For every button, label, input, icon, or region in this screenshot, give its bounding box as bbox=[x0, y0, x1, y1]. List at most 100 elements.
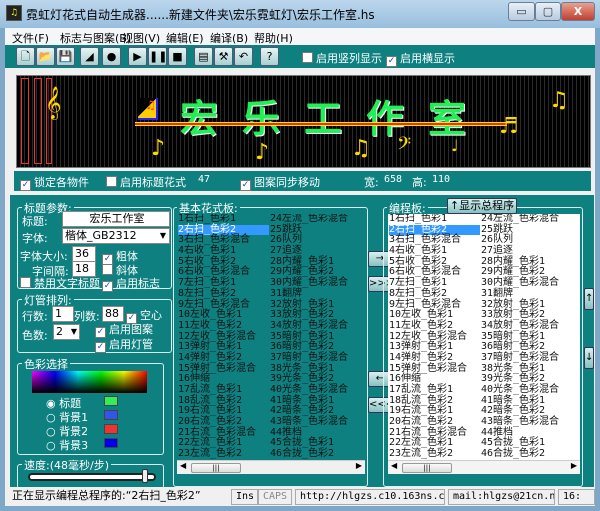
chart-icon[interactable]: ◢ bbox=[80, 47, 99, 66]
enable-logo-label: 启用标志 bbox=[116, 277, 160, 290]
move-down-button[interactable]: ↓ bbox=[584, 347, 594, 369]
color-swatch[interactable] bbox=[104, 438, 118, 448]
led-display[interactable]: 𝄞 ♫ 宏乐工作室 ♪ ♪ ♫ 𝄢 ♩ ♬ ♫ bbox=[16, 75, 591, 168]
program-list-scrollbar[interactable]: ◀ ||| ▶ bbox=[388, 460, 580, 474]
beamed-notes-icon: ♫ bbox=[549, 88, 569, 113]
enable-tube-label: 启用灯管 bbox=[109, 338, 153, 351]
scroll-right-icon[interactable]: ▶ bbox=[356, 461, 362, 470]
scroll-left-icon[interactable]: ◀ bbox=[180, 461, 186, 470]
list-item[interactable]: 34放射_色彩混合 bbox=[270, 320, 365, 332]
title-input[interactable]: 宏乐工作室 bbox=[62, 211, 170, 227]
color-radio-3[interactable]: ○ 背景3 bbox=[46, 437, 88, 453]
font-size-label: 字体大小: bbox=[20, 250, 68, 263]
height-value: 110 bbox=[432, 174, 451, 185]
menu-item[interactable]: 编辑(E) bbox=[166, 30, 204, 46]
height-label: 高: bbox=[412, 176, 427, 189]
color-count-select[interactable]: 2 ▼ bbox=[53, 324, 80, 340]
width-value: 658 bbox=[384, 174, 403, 185]
sync-label: 图案同步移动 bbox=[254, 176, 320, 189]
list-item[interactable]: 46合拢_色彩2 bbox=[481, 448, 577, 460]
stop-icon[interactable]: ■ bbox=[168, 47, 187, 66]
menu-item[interactable]: 文件(F) bbox=[12, 30, 49, 46]
program-list[interactable]: 1右扫_色彩1 2右扫_色彩2 3右扫_色彩混合 4右收_色彩1 5右收_色彩2 6右收_… bbox=[388, 214, 580, 460]
vertical-display-checkbox[interactable]: 启用竖列显示 bbox=[302, 50, 382, 66]
ins-indicator: Ins bbox=[231, 489, 258, 505]
speed-slider-thumb[interactable] bbox=[142, 469, 149, 483]
scroll-thumb[interactable]: ||| bbox=[191, 463, 241, 473]
record-icon[interactable]: ● bbox=[102, 47, 121, 66]
color-radio-label: 背景3 bbox=[59, 439, 89, 452]
list-item[interactable]: 11左收_色彩2 bbox=[178, 320, 269, 332]
new-file-icon[interactable]: 🗋 bbox=[16, 47, 35, 66]
caps-indicator: CAPS bbox=[258, 489, 292, 505]
pattern-count: 47 bbox=[198, 174, 211, 185]
window-title: 霓虹灯花式自动生成器......新建文件夹\宏乐霓虹灯\宏乐工作室.hs bbox=[26, 8, 375, 22]
speed-slider[interactable] bbox=[28, 469, 156, 483]
scroll-left-icon[interactable]: ◀ bbox=[391, 461, 397, 470]
cursor-position: 16: bbox=[558, 489, 595, 505]
title-pattern-checkbox[interactable]: 启用标题花式 bbox=[106, 174, 186, 190]
sync-move-checkbox[interactable]: ✓ 图案同步移动 bbox=[240, 174, 320, 191]
color-count-label: 色数: bbox=[22, 329, 48, 342]
basic-pattern-list[interactable]: 1右扫_色彩1 2右扫_色彩2 3右扫_色彩混合 4右收_色彩1 5右收_色彩2 6右收_… bbox=[177, 214, 365, 460]
open-folder-icon[interactable]: 📂 bbox=[36, 47, 55, 66]
rows-input[interactable]: 1 bbox=[52, 306, 74, 322]
list-column: 24左流_色彩混合 25跳跃 26队列 27追逐 28内耀_色彩1 29内耀_色彩2 30内… bbox=[481, 214, 577, 460]
menu-item[interactable]: 编译(B) bbox=[210, 30, 248, 46]
main-panel: 标题参数: 标题: 宏乐工作室 字体: 楷体_GB2312 ▼ 字体大小: 36 … bbox=[10, 195, 594, 489]
list-item[interactable]: 23左流_色彩2 bbox=[178, 448, 269, 460]
status-bar: 正在显示编程总程序的:“2右扫_色彩2” Ins CAPS http://hlg… bbox=[5, 488, 595, 506]
color-legend: 色彩选择 bbox=[22, 356, 70, 372]
undo-icon[interactable]: ↶ bbox=[234, 47, 253, 66]
list-item[interactable]: 8左扫_色彩2 bbox=[389, 288, 480, 300]
list-item[interactable]: 31翻牌 bbox=[270, 288, 365, 300]
color-swatch[interactable] bbox=[104, 410, 118, 420]
font-size-input[interactable]: 36 bbox=[72, 246, 96, 262]
font-value: 楷体_GB2312 bbox=[65, 229, 137, 242]
disable-text-checkbox[interactable]: 禁用文字标题 bbox=[20, 275, 100, 291]
cols-input[interactable]: 88 bbox=[102, 306, 124, 322]
basic-list-scrollbar[interactable]: ◀ ||| ▶ bbox=[177, 460, 365, 474]
speed-legend: 速度:(48毫秒/步) bbox=[22, 457, 111, 473]
enable-logo-checkbox[interactable]: ✓ 启用标志 bbox=[102, 275, 160, 292]
enable-tube-checkbox[interactable]: ✓ 启用灯管 bbox=[95, 336, 153, 353]
menu-item[interactable]: 帮助(H) bbox=[254, 30, 293, 46]
color-spectrum-picker[interactable] bbox=[32, 371, 147, 393]
color-swatch[interactable] bbox=[104, 396, 118, 406]
show-total-program-button[interactable]: ↑显示总程序 bbox=[447, 198, 517, 214]
list-item[interactable]: 46合拢_色彩2 bbox=[270, 448, 365, 460]
menu-item[interactable]: 标志与图案(B) bbox=[60, 30, 131, 46]
title-pattern-label: 启用标题花式 bbox=[120, 176, 186, 189]
title-label: 标题: bbox=[22, 215, 48, 228]
play-icon[interactable]: ▶ bbox=[128, 47, 147, 66]
email-address: mail:hlgzs@21cn.net bbox=[448, 489, 555, 505]
rows-label: 行数: bbox=[22, 310, 48, 323]
list-item[interactable]: 31翻牌 bbox=[481, 288, 577, 300]
save-icon[interactable]: 💾 bbox=[56, 47, 75, 66]
beamed-notes-icon: ♬ bbox=[499, 114, 519, 139]
properties-icon[interactable]: ▤ bbox=[194, 47, 213, 66]
move-up-button[interactable]: ↑ bbox=[584, 288, 594, 310]
list-item[interactable]: 34放射_色彩混合 bbox=[481, 320, 577, 332]
list-item[interactable]: 11左收_色彩2 bbox=[389, 320, 480, 332]
help-icon[interactable]: ? bbox=[260, 47, 279, 66]
maximize-button[interactable]: ▢ bbox=[535, 2, 561, 21]
tools-icon[interactable]: ⚒ bbox=[214, 47, 233, 66]
scroll-thumb[interactable]: ||| bbox=[402, 463, 452, 473]
horizontal-display-checkbox[interactable]: ✓ 启用横显示 bbox=[386, 50, 455, 67]
pause-icon[interactable]: ❚❚ bbox=[148, 47, 167, 66]
disable-text-label: 禁用文字标题 bbox=[34, 277, 100, 290]
list-column: 1右扫_色彩1 2右扫_色彩2 3右扫_色彩混合 4右收_色彩1 5右收_色彩2 6右收_… bbox=[178, 214, 269, 460]
minimize-button[interactable]: ▭ bbox=[508, 2, 535, 21]
close-button[interactable]: X bbox=[561, 2, 595, 21]
lock-objects-checkbox[interactable]: ✓ 锁定各物件 bbox=[20, 174, 89, 191]
list-item[interactable]: 23左流_色彩2 bbox=[389, 448, 480, 460]
scroll-right-icon[interactable]: ▶ bbox=[571, 461, 577, 470]
width-label: 宽: bbox=[364, 176, 379, 189]
beamed-notes-icon: ♫ bbox=[351, 136, 371, 161]
color-swatch[interactable] bbox=[104, 424, 118, 434]
list-item[interactable]: 8左扫_色彩2 bbox=[178, 288, 269, 300]
logo-icon: ♫ bbox=[138, 98, 158, 120]
menu-item[interactable]: 视图(V) bbox=[122, 30, 160, 46]
font-select[interactable]: 楷体_GB2312 ▼ bbox=[62, 228, 170, 244]
